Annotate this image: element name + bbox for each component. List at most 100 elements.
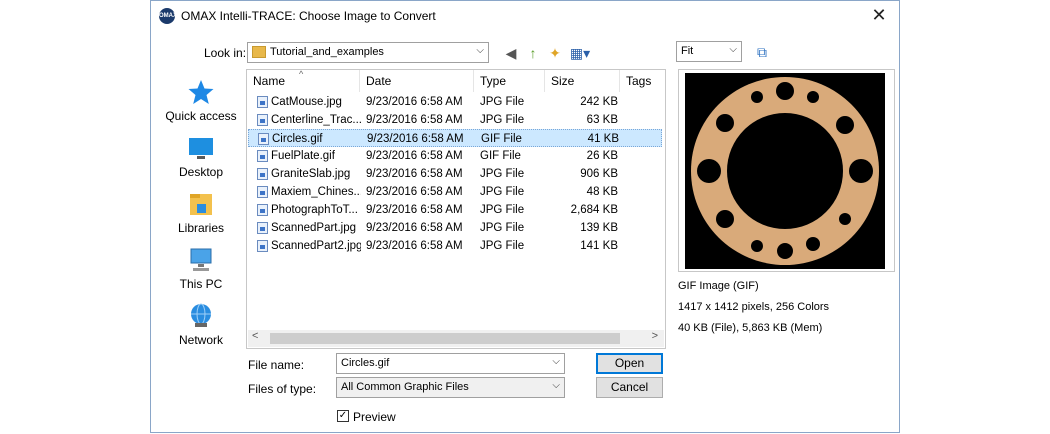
view-menu-icon[interactable]: ▦▾	[568, 44, 592, 62]
column-label: Name	[253, 74, 286, 88]
filetype-label: Files of type:	[248, 382, 317, 396]
column-header-size[interactable]: Size	[545, 70, 620, 92]
file-size: 26 KB	[586, 150, 618, 162]
sort-ascending-icon: ^	[299, 69, 304, 79]
file-name: CatMouse.jpg	[271, 96, 342, 108]
title-bar: OMAX OMAX Intelli-TRACE: Choose Image to…	[151, 1, 899, 31]
file-size: 2,684 KB	[570, 204, 618, 216]
up-folder-icon[interactable]: ↑	[524, 44, 542, 62]
file-date: 9/23/2016 6:58 AM	[366, 240, 463, 252]
column-header-type[interactable]: Type	[474, 70, 545, 92]
file-row[interactable]: FuelPlate.gif 9/23/2016 6:58 AM GIF File…	[248, 147, 662, 165]
file-open-dialog: OMAX OMAX Intelli-TRACE: Choose Image to…	[150, 0, 900, 433]
image-file-icon	[257, 204, 268, 216]
filetype-dropdown[interactable]: All Common Graphic Files ⌵	[336, 377, 565, 398]
column-header-name[interactable]: Name ^	[247, 70, 360, 92]
star-icon	[188, 80, 214, 104]
file-date: 9/23/2016 6:58 AM	[366, 168, 463, 180]
place-network[interactable]: Network	[160, 303, 242, 355]
place-libraries[interactable]: Libraries	[160, 191, 242, 243]
cancel-button[interactable]: Cancel	[596, 377, 663, 398]
image-size-text: 40 KB (File), 5,863 KB (Mem)	[678, 322, 823, 334]
fit-dropdown[interactable]: Fit ⌵	[676, 41, 742, 62]
lookin-label: Look in:	[204, 46, 247, 60]
file-date: 9/23/2016 6:58 AM	[366, 96, 463, 108]
file-row[interactable]: CatMouse.jpg 9/23/2016 6:58 AM JPG File …	[248, 93, 662, 111]
open-button[interactable]: Open	[596, 353, 663, 374]
preview-label: Preview	[353, 410, 396, 424]
file-size: 41 KB	[587, 133, 619, 145]
file-date: 9/23/2016 6:58 AM	[367, 133, 464, 145]
file-row[interactable]: Centerline_Trac... 9/23/2016 6:58 AM JPG…	[248, 111, 662, 129]
image-format-text: GIF Image (GIF)	[678, 280, 759, 292]
filetype-value: All Common Graphic Files	[341, 381, 469, 393]
file-name: Maxiem_Chines...	[271, 186, 361, 198]
place-quick-access[interactable]: Quick access	[160, 79, 242, 131]
image-file-icon	[257, 186, 268, 198]
gasket-preview-image	[685, 73, 885, 269]
filename-label: File name:	[248, 358, 305, 372]
file-row[interactable]: Maxiem_Chines... 9/23/2016 6:58 AM JPG F…	[248, 183, 662, 201]
lookin-dropdown[interactable]: Tutorial_and_examples ⌵	[247, 42, 489, 63]
network-icon	[191, 303, 211, 327]
scroll-left-icon[interactable]: <	[252, 330, 258, 342]
file-row[interactable]: PhotographToT... 9/23/2016 6:58 AM JPG F…	[248, 201, 662, 219]
file-size: 141 KB	[580, 240, 618, 252]
image-dimensions-text: 1417 x 1412 pixels, 256 Colors	[678, 301, 830, 313]
computer-icon	[190, 248, 212, 271]
image-file-icon	[257, 168, 268, 180]
file-row[interactable]: GraniteSlab.jpg 9/23/2016 6:58 AM JPG Fi…	[248, 165, 662, 183]
desktop-icon	[189, 138, 213, 159]
file-type: GIF File	[480, 150, 521, 162]
file-size: 906 KB	[580, 168, 618, 180]
place-label: Network	[178, 333, 223, 347]
file-type: JPG File	[480, 168, 525, 180]
back-icon[interactable]: ◀	[502, 44, 520, 62]
file-name: ScannedPart2.jpg	[271, 240, 361, 252]
image-file-icon	[258, 133, 269, 145]
file-size: 63 KB	[586, 114, 618, 126]
file-row[interactable]: ScannedPart.jpg 9/23/2016 6:58 AM JPG Fi…	[248, 219, 662, 237]
image-file-icon	[257, 150, 268, 162]
file-date: 9/23/2016 6:58 AM	[366, 114, 463, 126]
file-row-selected[interactable]: Circles.gif 9/23/2016 6:58 AM GIF File 4…	[248, 129, 662, 147]
file-row[interactable]: ScannedPart2.jpg 9/23/2016 6:58 AM JPG F…	[248, 237, 662, 255]
file-type: JPG File	[480, 96, 525, 108]
image-file-icon	[257, 240, 268, 252]
place-label: Desktop	[178, 165, 224, 179]
close-button[interactable]: ✕	[865, 3, 893, 27]
chevron-down-icon: ⌵	[729, 44, 737, 55]
chevron-down-icon[interactable]: ⌵	[552, 356, 560, 367]
filename-input[interactable]: Circles.gif ⌵	[336, 353, 565, 374]
preview-checkbox[interactable]: ✓	[337, 410, 349, 422]
scrollbar-thumb[interactable]	[270, 333, 620, 344]
file-type: JPG File	[480, 204, 525, 216]
app-logo-icon: OMAX	[159, 8, 177, 24]
horizontal-scrollbar[interactable]: < >	[248, 330, 664, 347]
fit-value: Fit	[681, 45, 694, 57]
file-date: 9/23/2016 6:58 AM	[366, 204, 463, 216]
file-name: Centerline_Trac...	[271, 114, 361, 126]
place-label: This PC	[179, 277, 223, 291]
file-name: GraniteSlab.jpg	[271, 168, 351, 180]
file-name: FuelPlate.gif	[271, 150, 335, 162]
chevron-down-icon: ⌵	[476, 45, 484, 56]
image-file-icon	[257, 222, 268, 234]
file-name: Circles.gif	[272, 133, 323, 145]
scroll-right-icon[interactable]: >	[652, 330, 658, 342]
image-preview	[678, 69, 895, 272]
filename-value: Circles.gif	[341, 357, 390, 369]
file-type: JPG File	[480, 114, 525, 126]
lookin-value: Tutorial_and_examples	[270, 46, 384, 58]
file-date: 9/23/2016 6:58 AM	[366, 222, 463, 234]
file-type: JPG File	[480, 222, 525, 234]
column-header-tags[interactable]: Tags	[620, 70, 665, 92]
place-this-pc[interactable]: This PC	[160, 247, 242, 299]
column-header-date[interactable]: Date	[360, 70, 474, 92]
new-folder-icon[interactable]: ✦	[546, 44, 564, 62]
refresh-preview-icon[interactable]: ⧉	[753, 43, 771, 61]
place-label: Libraries	[177, 221, 225, 235]
place-desktop[interactable]: Desktop	[160, 135, 242, 187]
file-list[interactable]: Name ^ Date Type Size Tags CatMouse.jpg …	[246, 69, 666, 349]
image-file-icon	[257, 114, 268, 126]
